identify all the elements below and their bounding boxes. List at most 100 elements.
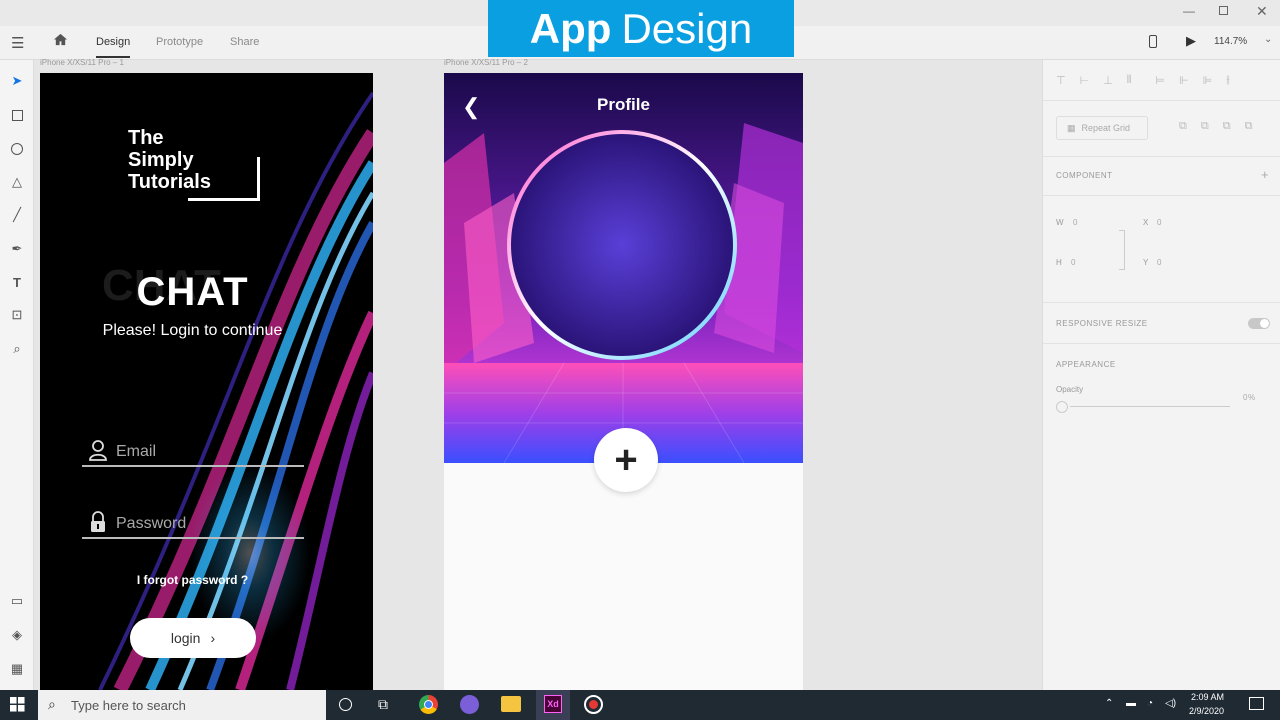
wifi-icon[interactable]: ◔ — [1147, 698, 1153, 709]
grid-icon: ▦ — [1067, 122, 1076, 133]
login-label: login — [170, 630, 201, 646]
logo-frame — [188, 157, 260, 201]
align-left-icon[interactable]: ⊨ — [1155, 74, 1165, 87]
lock-aspect-icon[interactable] — [1119, 230, 1125, 270]
subtract-icon[interactable]: ⧉ — [1201, 120, 1209, 133]
password-placeholder: Password — [116, 515, 187, 532]
chevron-right-icon: › — [210, 630, 216, 646]
artboard-label-2[interactable]: iPhone X/XS/11 Pro – 2 — [444, 58, 528, 67]
taskbar-search-input[interactable]: ⌕ Type here to search — [38, 690, 326, 720]
align-top-icon[interactable]: ⊤ — [1056, 74, 1066, 87]
chevron-down-icon[interactable]: ⌄ — [1264, 34, 1272, 45]
tools-sidebar: ➤ △ ╱ ✒ T ⊡ ⌕ ▭ ◈ ▦ — [0, 60, 34, 690]
tab-prototype[interactable]: Prototype — [156, 36, 203, 48]
tab-share[interactable]: Share — [230, 36, 259, 48]
text-tool-icon[interactable]: T — [8, 273, 26, 291]
home-icon[interactable] — [53, 32, 68, 52]
profile-artboard[interactable]: ❮ Profile + — [444, 73, 803, 690]
minimize-icon[interactable]: — — [1183, 4, 1195, 18]
h-label: H — [1056, 258, 1063, 267]
volume-icon[interactable]: ◁) — [1165, 698, 1176, 709]
w-value[interactable]: 0 — [1073, 218, 1078, 227]
layers-icon[interactable]: ◈ — [8, 626, 26, 644]
select-tool-icon[interactable]: ➤ — [8, 72, 26, 90]
repeat-grid-label: Repeat Grid — [1081, 123, 1131, 133]
responsive-resize-heading: RESPONSIVE RESIZE — [1056, 319, 1148, 328]
opacity-value[interactable]: 0% — [1243, 393, 1256, 402]
y-label: Y — [1143, 258, 1149, 267]
logo-line-1: The — [128, 127, 164, 149]
assets-icon[interactable]: ▭ — [8, 592, 26, 610]
plugins-icon[interactable]: ▦ — [8, 660, 26, 678]
polygon-tool-icon[interactable]: △ — [8, 173, 26, 191]
ellipse-tool-icon[interactable] — [8, 140, 26, 158]
responsive-resize-toggle[interactable] — [1248, 318, 1270, 329]
app-design-banner: App Design — [488, 0, 794, 57]
task-view-icon[interactable]: ⧉ — [378, 696, 388, 713]
search-icon: ⌕ — [48, 696, 56, 712]
distribute-h-icon[interactable]: ⫲ — [1226, 74, 1230, 87]
profile-title: Profile — [597, 95, 650, 114]
banner-bold: App — [529, 4, 612, 52]
align-bottom-icon[interactable]: ⊥ — [1103, 74, 1113, 87]
repeat-grid-button[interactable]: ▦ Repeat Grid — [1056, 116, 1148, 140]
appearance-heading: APPEARANCE — [1056, 360, 1116, 369]
viber-icon[interactable] — [460, 695, 479, 714]
align-right-icon[interactable]: ⊫ — [1203, 74, 1213, 87]
close-icon[interactable]: ✕ — [1256, 3, 1268, 20]
opacity-slider-track[interactable] — [1070, 406, 1230, 407]
device-preview-icon[interactable] — [1149, 35, 1157, 48]
login-artboard[interactable]: The Simply Tutorials CHAT CHAT Please! L… — [40, 73, 373, 690]
x-label: X — [1143, 218, 1149, 227]
rectangle-tool-icon[interactable] — [8, 106, 26, 124]
file-explorer-icon[interactable] — [501, 696, 521, 712]
x-value[interactable]: 0 — [1157, 218, 1162, 227]
search-placeholder: Type here to search — [71, 697, 186, 713]
forgot-password-link[interactable]: I forgot password ? — [40, 573, 345, 587]
login-button[interactable]: login › — [130, 618, 256, 658]
opacity-slider-handle[interactable] — [1056, 401, 1068, 413]
h-value[interactable]: 0 — [1071, 258, 1076, 267]
zoom-tool-icon[interactable]: ⌕ — [8, 340, 26, 358]
add-photo-button[interactable]: + — [594, 428, 658, 492]
hamburger-menu-icon[interactable]: ☰ — [11, 34, 24, 52]
tray-battery-icon[interactable]: ▬ — [1126, 698, 1136, 709]
maximize-icon[interactable] — [1219, 6, 1228, 15]
clock-time[interactable]: 2:09 AM — [1191, 692, 1224, 702]
zoom-level[interactable]: 114.7% — [1214, 36, 1247, 47]
artboard-label-1[interactable]: iPhone X/XS/11 Pro – 1 — [40, 58, 124, 67]
windows-start-icon[interactable] — [10, 697, 25, 717]
boolean-ops: ⧉ ⧉ ⧉ ⧉ — [1179, 120, 1252, 133]
union-icon[interactable]: ⧉ — [1179, 120, 1187, 133]
play-icon[interactable]: ▶ — [1186, 33, 1196, 49]
banner-regular: Design — [621, 4, 753, 52]
y-value[interactable]: 0 — [1157, 258, 1162, 267]
align-center-icon[interactable]: ⊩ — [1179, 74, 1189, 87]
pen-tool-icon[interactable]: ✒ — [8, 240, 26, 258]
intersect-icon[interactable]: ⧉ — [1223, 120, 1231, 133]
password-field[interactable]: Password — [82, 507, 304, 539]
align-middle-icon[interactable]: ⊢ — [1080, 74, 1090, 87]
email-placeholder: Email — [116, 443, 157, 460]
w-label: W — [1056, 218, 1065, 227]
line-tool-icon[interactable]: ╱ — [8, 206, 26, 224]
add-component-icon[interactable]: + — [1261, 167, 1269, 182]
distribute-icon[interactable]: ⫴ — [1127, 74, 1132, 87]
neon-hero-image — [444, 73, 803, 463]
lock-icon — [91, 511, 105, 532]
chat-title: CHAT — [136, 270, 249, 314]
cortana-icon[interactable] — [339, 698, 352, 711]
property-inspector: ⊤ ⊢ ⊥ ⫴ ⊨ ⊩ ⊫ ⫲ ▦ Repeat Grid ⧉ ⧉ ⧉ ⧉ CO… — [1042, 60, 1280, 690]
notification-icon[interactable] — [1249, 697, 1264, 710]
clock-date[interactable]: 2/9/2020 — [1189, 706, 1224, 716]
xd-taskbar-button[interactable]: Xd — [536, 690, 570, 720]
windows-taskbar: ⌕ Type here to search ⧉ Xd ⌃ ▬ ◔ ◁) 2:09… — [0, 690, 1280, 720]
tray-chevron-icon[interactable]: ⌃ — [1105, 698, 1113, 709]
record-icon[interactable] — [584, 695, 603, 714]
user-icon — [89, 440, 107, 461]
chrome-icon[interactable] — [419, 695, 438, 714]
email-field[interactable]: Email — [82, 435, 304, 467]
artboard-tool-icon[interactable]: ⊡ — [8, 306, 26, 324]
exclude-icon[interactable]: ⧉ — [1245, 120, 1253, 133]
tab-design[interactable]: Design — [96, 36, 131, 58]
